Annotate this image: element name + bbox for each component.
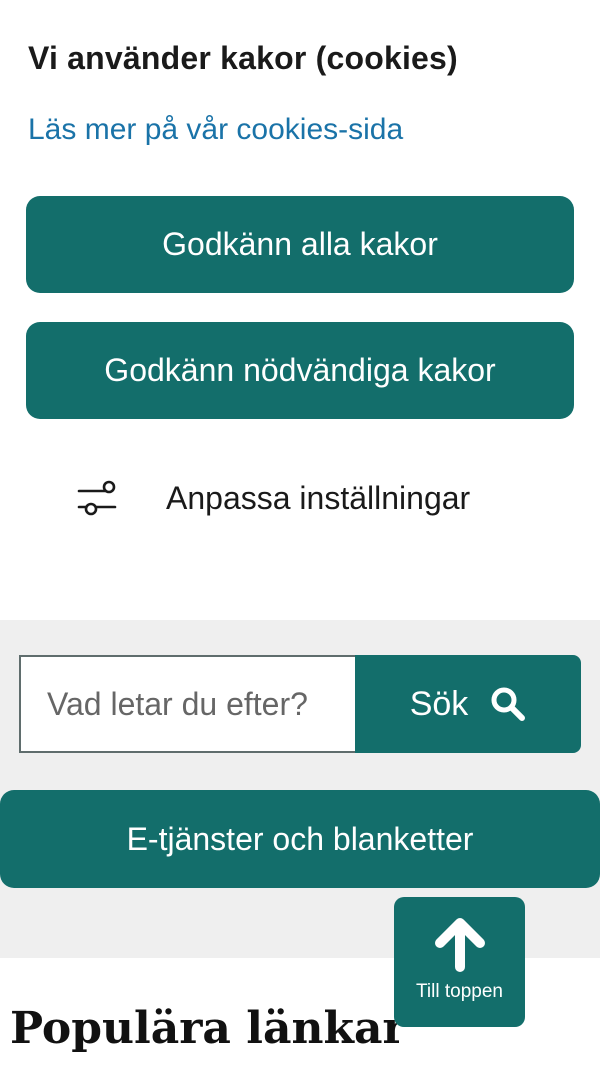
search-input[interactable] xyxy=(19,655,355,753)
back-to-top-label: Till toppen xyxy=(416,981,503,1002)
customize-settings-label: Anpassa inställningar xyxy=(166,479,471,516)
search-button[interactable]: Sök xyxy=(355,655,581,753)
eservices-button[interactable]: E-tjänster och blanketter xyxy=(0,790,600,888)
popular-links-heading: Populära länkar xyxy=(10,1003,406,1054)
search-button-label: Sök xyxy=(409,684,469,723)
accept-all-cookies-button[interactable]: Godkänn alla kakor xyxy=(26,196,574,293)
search-icon xyxy=(491,687,526,721)
sliders-icon xyxy=(77,480,117,516)
cookie-banner: Vi använder kakor (cookies) Läs mer på v… xyxy=(0,0,600,620)
arrow-up-icon xyxy=(434,918,485,972)
customize-settings-button[interactable]: Anpassa inställningar xyxy=(76,470,470,526)
back-to-top-button[interactable]: Till toppen xyxy=(394,897,525,1027)
accept-necessary-cookies-button[interactable]: Godkänn nödvändiga kakor xyxy=(26,322,574,419)
cookie-banner-title: Vi använder kakor (cookies) xyxy=(28,40,458,76)
page: Vi använder kakor (cookies) Läs mer på v… xyxy=(0,0,600,1065)
cookies-page-link[interactable]: Läs mer på vår cookies-sida xyxy=(28,113,403,147)
